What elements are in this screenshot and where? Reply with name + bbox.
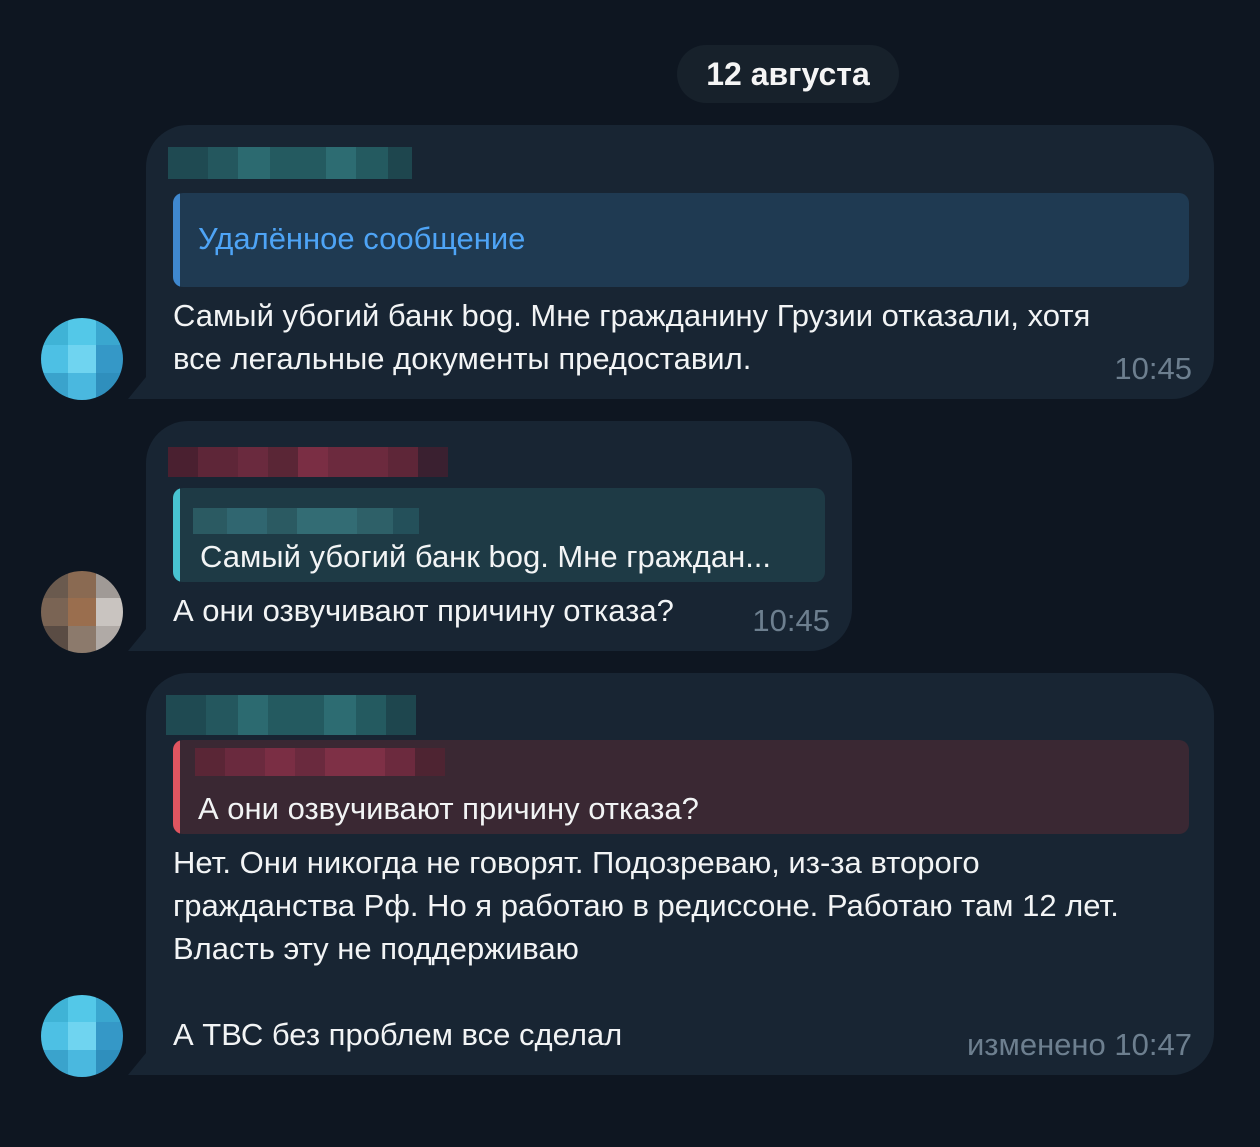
sender-name[interactable] [168, 447, 448, 477]
reply-preview[interactable]: А они озвучивают причину отказа? [173, 740, 1189, 834]
reply-text: А они озвучивают причину отказа? [198, 791, 699, 826]
reply-bar [173, 740, 180, 834]
chat-view: 12 августа Удалённое сообщение Самый убо… [0, 0, 1260, 1147]
edited-label: изменено [966, 1027, 1106, 1062]
message-time: 10:45 [752, 603, 830, 638]
date-divider: 12 августа [677, 45, 899, 103]
sender-name[interactable] [168, 147, 412, 179]
reply-sender-name [193, 508, 419, 534]
message-time-row: изменено 10:47 [967, 1027, 1192, 1063]
message-text: А они озвучивают причину отказа? [173, 593, 674, 628]
message-time: 10:45 [1114, 351, 1192, 386]
reply-text: Самый убогий банк bog. Мне граждан... [200, 539, 772, 574]
message-bubble[interactable]: А они озвучивают причину отказа? Нет. Он… [146, 673, 1214, 1075]
reply-sender-name [195, 748, 445, 776]
reply-title: Удалённое сообщение [198, 221, 526, 256]
reply-preview[interactable]: Удалённое сообщение [173, 193, 1189, 287]
avatar[interactable] [41, 571, 123, 653]
message-bubble[interactable]: Самый убогий банк bog. Мне граждан... А … [146, 421, 852, 651]
avatar[interactable] [41, 995, 123, 1077]
avatar[interactable] [41, 318, 123, 400]
message-bubble[interactable]: Удалённое сообщение Самый убогий банк bo… [146, 125, 1214, 399]
message-time: 10:47 [1114, 1027, 1192, 1062]
date-divider-label: 12 августа [706, 55, 870, 92]
reply-preview[interactable]: Самый убогий банк bog. Мне граждан... [173, 488, 825, 582]
sender-name[interactable] [166, 695, 416, 735]
message-text: Нет. Они никогда не говорят. Подозреваю,… [173, 845, 1119, 1052]
reply-bar [173, 193, 180, 287]
message-text: Самый убогий банк bog. Мне гражданину Гр… [173, 298, 1091, 376]
reply-bar [173, 488, 180, 582]
